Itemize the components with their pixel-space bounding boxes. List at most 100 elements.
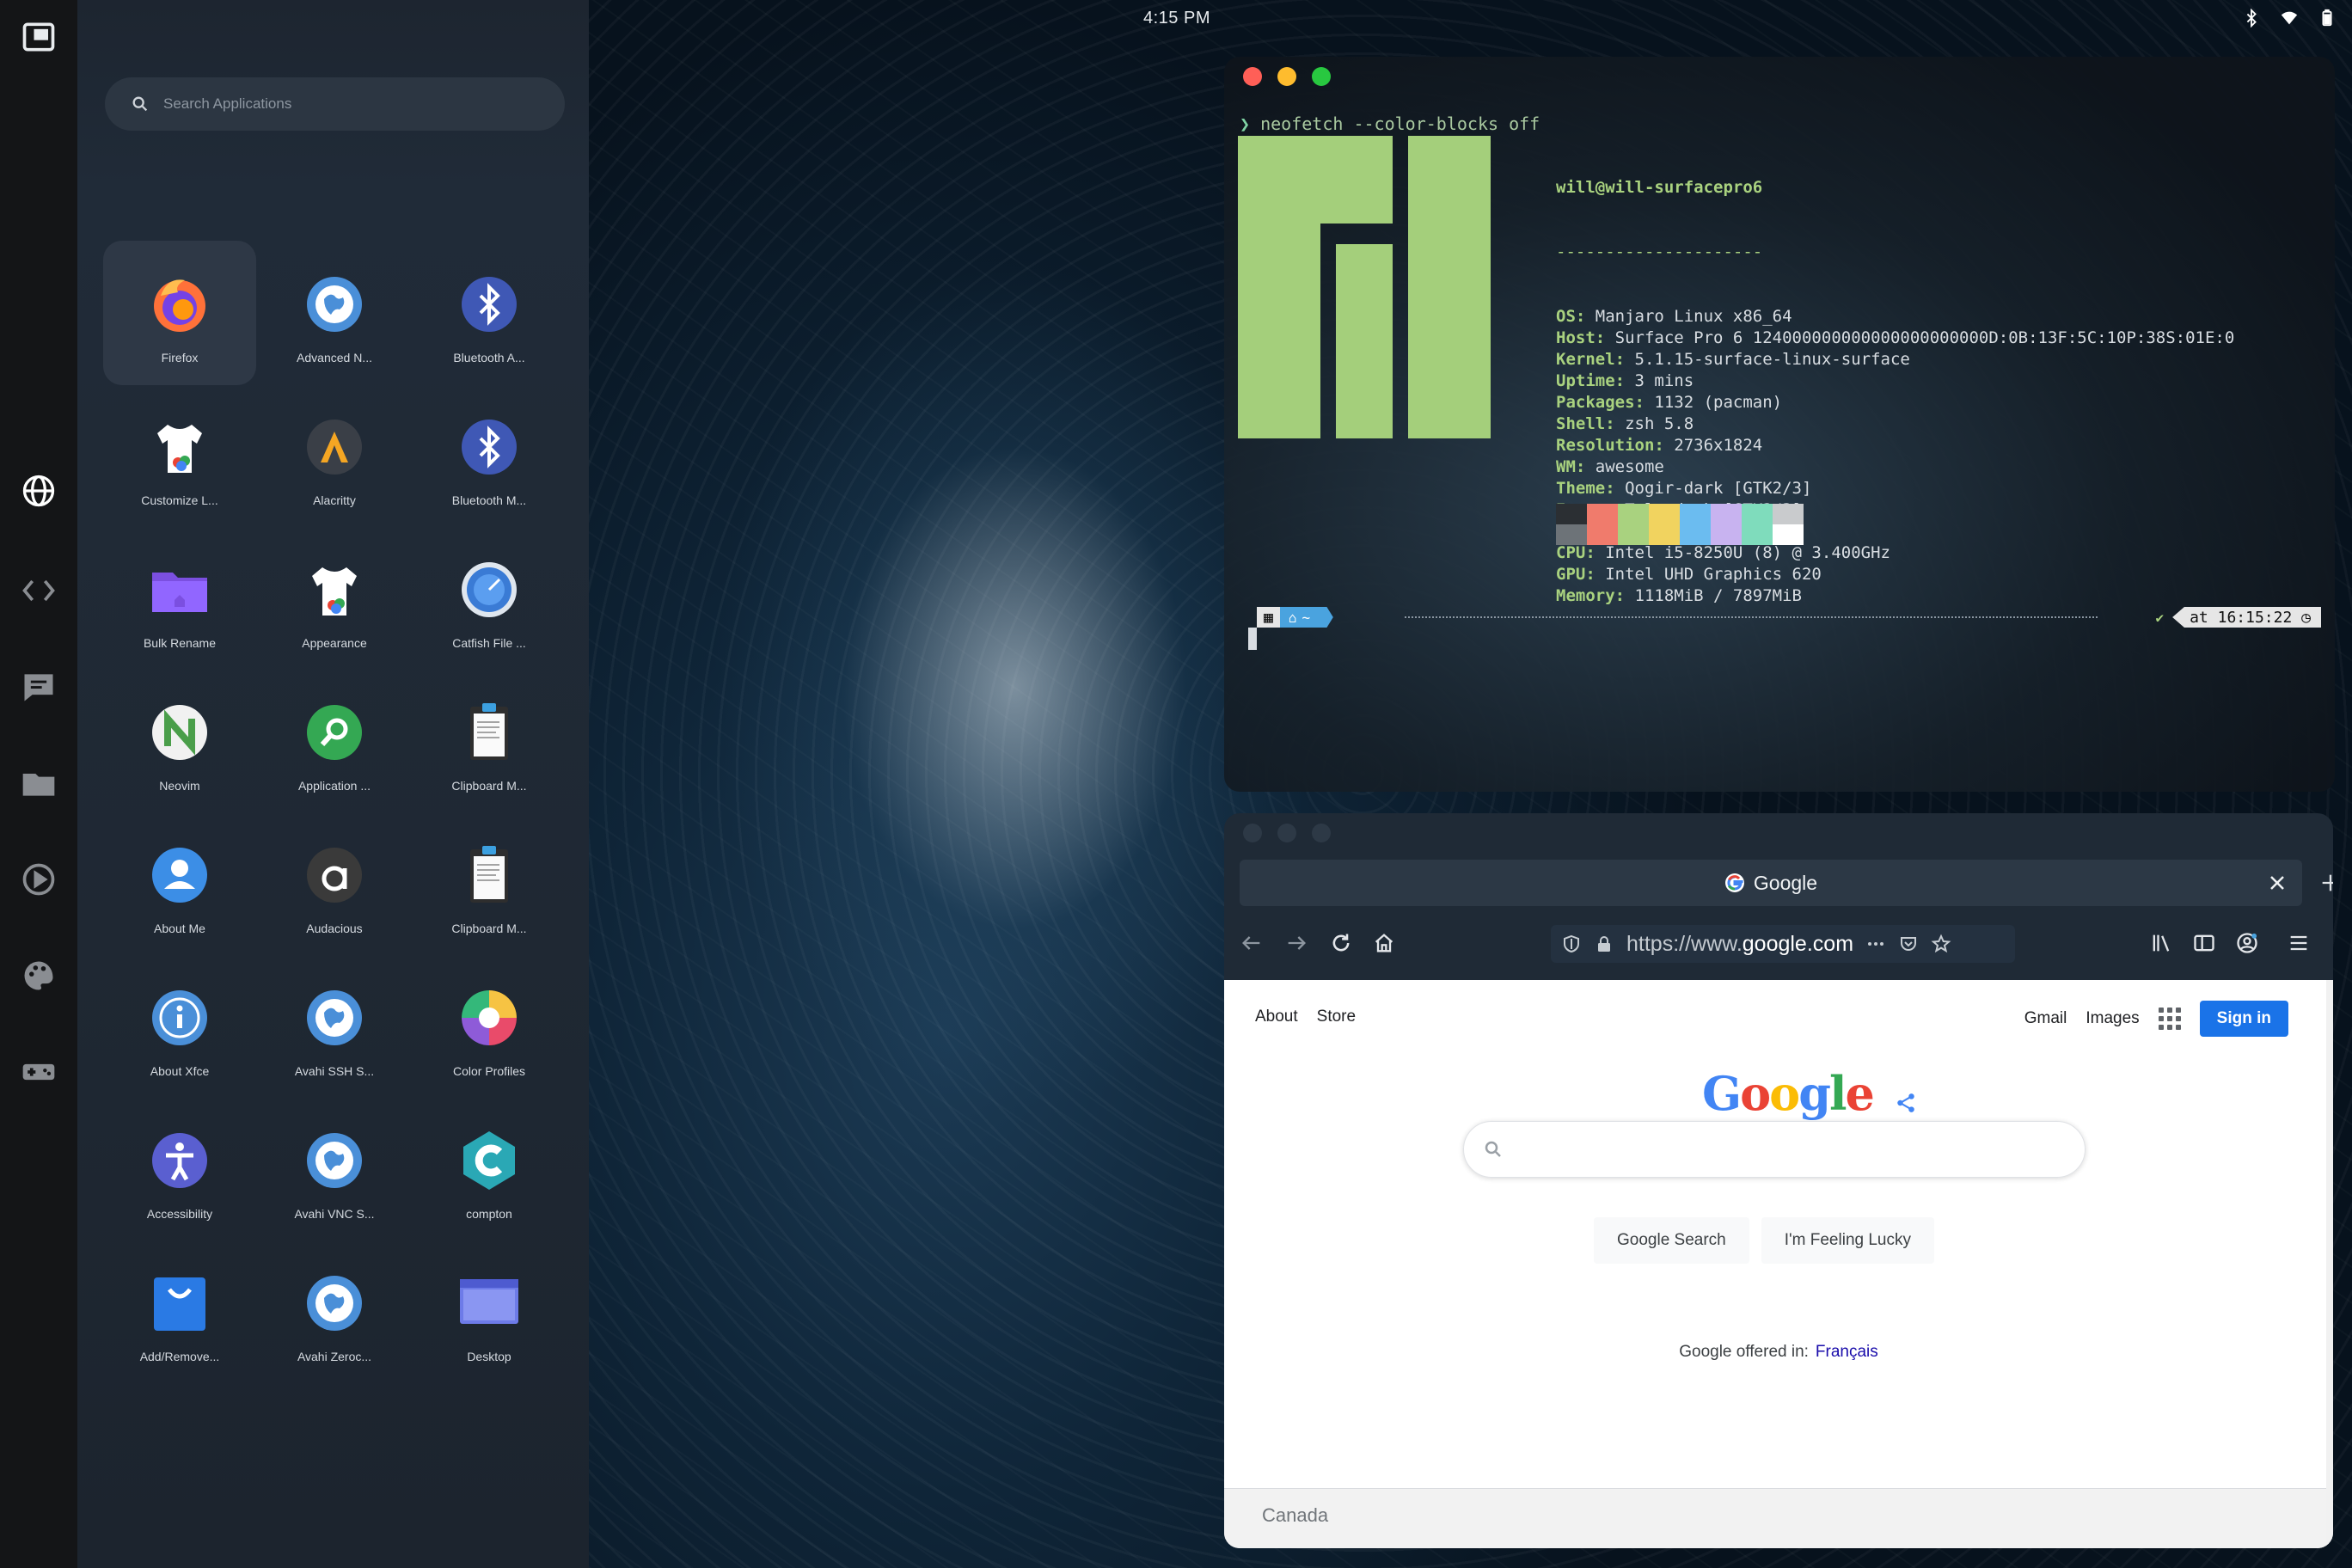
launcher-app[interactable]: Audacious [258,812,411,956]
app-label: Avahi SSH S... [294,1064,375,1078]
launcher-app[interactable]: Color Profiles [413,954,566,1099]
footer-country: Canada [1262,1504,1329,1526]
launcher-app[interactable]: Avahi Zeroc... [258,1240,411,1384]
launcher-app[interactable]: Accessibility [103,1097,256,1241]
bluetooth-icon[interactable] [2242,9,2261,28]
media-play-icon[interactable] [17,858,60,901]
about-link[interactable]: About [1255,1008,1298,1026]
google-search-box[interactable] [1463,1121,2086,1178]
launcher-app[interactable]: Bluetooth M... [413,383,566,528]
launcher-app[interactable]: Application ... [258,669,411,813]
clipboard-icon [455,698,524,767]
share-icon[interactable] [1895,1092,1917,1114]
launcher-app[interactable]: compton [413,1097,566,1241]
launcher-app[interactable]: Desktop [413,1240,566,1384]
more-actions-icon[interactable] [1865,934,1886,954]
color-block [1649,524,1680,545]
color-block [1618,504,1649,524]
french-link[interactable]: Français [1816,1343,1878,1361]
folder-home-icon [145,555,214,624]
sign-in-button[interactable]: Sign in [2199,1001,2288,1037]
bookmark-star-icon[interactable] [1931,934,1951,954]
network-globe-icon [300,1269,369,1338]
launcher-app[interactable]: Advanced N... [258,241,411,385]
library-icon[interactable] [2144,926,2178,960]
google-homepage: About Store Gmail Images Sign in Google … [1224,980,2333,1548]
shopping-bag-icon [145,1269,214,1338]
palette-icon[interactable] [17,954,60,997]
launcher-app[interactable]: Avahi VNC S... [258,1097,411,1241]
browser-tab[interactable]: Google [1240,860,2302,906]
launcher-app[interactable]: Bulk Rename [103,526,256,671]
reload-icon[interactable] [1324,926,1358,960]
launcher-app[interactable]: Clipboard M... [413,669,566,813]
close-tab-icon[interactable] [2264,870,2290,896]
close-button[interactable] [1243,824,1262,842]
google-search-button[interactable]: Google Search [1594,1217,1749,1264]
launcher-app[interactable]: Bluetooth A... [413,241,566,385]
app-label: Audacious [306,922,363,935]
launcher-app[interactable]: Firefox [103,241,256,385]
compton-icon [455,1126,524,1195]
neofetch-line: Shell: zsh 5.8 [1556,413,2234,435]
maximize-button[interactable] [1312,824,1331,842]
google-doodle[interactable]: Google [1702,1066,1875,1121]
battery-icon[interactable] [2318,9,2337,28]
workspace-icon[interactable] [17,15,60,58]
chat-icon[interactable] [17,665,60,708]
code-icon[interactable] [17,569,60,612]
tshirt-icon [300,555,369,624]
browser-window[interactable]: Google https://www.google.com About Stor… [1224,813,2333,1548]
images-link[interactable]: Images [2086,1009,2139,1028]
menu-icon[interactable] [2282,926,2316,960]
launcher-search[interactable] [105,77,565,131]
lock-icon[interactable] [1594,934,1614,954]
account-icon[interactable] [2230,926,2264,960]
feeling-lucky-button[interactable]: I'm Feeling Lucky [1761,1217,1934,1264]
url-bar[interactable]: https://www.google.com [1551,925,2015,963]
terminal-window[interactable]: ❯ neofetch --color-blocks off will@will-… [1224,57,2335,792]
launcher-app[interactable]: About Xfce [103,954,256,1099]
wifi-icon[interactable] [2280,9,2299,28]
globe-icon[interactable] [17,469,60,512]
home-icon[interactable] [1367,926,1401,960]
info-value: zsh 5.8 [1625,414,1694,433]
window-controls [1243,67,1331,86]
info-key: Theme: [1556,479,1615,498]
launcher-app[interactable]: Catfish File ... [413,526,566,671]
url-text[interactable]: https://www.google.com [1626,932,1853,957]
desktop-icon [455,1269,524,1338]
launcher-app[interactable]: About Me [103,812,256,956]
gmail-link[interactable]: Gmail [2024,1009,2067,1028]
maximize-button[interactable] [1312,67,1331,86]
page-scrollbar[interactable] [2326,980,2333,1548]
info-value: awesome [1595,457,1664,476]
prompt-time: at 16:15:22 ◷ [2172,607,2321,628]
google-apps-icon[interactable] [2158,1008,2181,1030]
app-label: Desktop [467,1350,511,1363]
forward-icon[interactable] [1279,926,1314,960]
launcher-app[interactable]: Clipboard M... [413,812,566,956]
info-value: 2736x1824 [1674,436,1763,455]
minimize-button[interactable] [1277,824,1296,842]
tracking-shield-icon[interactable] [1561,934,1582,954]
folder-icon[interactable] [17,762,60,805]
terminal-command-line: ❯ neofetch --color-blocks off [1240,113,1540,134]
launcher-app[interactable]: Neovim [103,669,256,813]
launcher-app[interactable]: Appearance [258,526,411,671]
minimize-button[interactable] [1277,67,1296,86]
launcher-app[interactable]: Alacritty [258,383,411,528]
neovim-icon [145,698,214,767]
info-value: Intel i5-8250U (8) @ 3.400GHz [1605,543,1890,562]
sidebar-icon[interactable] [2187,926,2221,960]
back-icon[interactable] [1234,926,1269,960]
launcher-search-input[interactable] [163,95,524,113]
store-link[interactable]: Store [1317,1008,1356,1026]
new-tab-button[interactable] [2307,860,2333,906]
launcher-app[interactable]: Avahi SSH S... [258,954,411,1099]
launcher-app[interactable]: Customize L... [103,383,256,528]
close-button[interactable] [1243,67,1262,86]
gamepad-icon[interactable] [17,1050,60,1093]
pocket-icon[interactable] [1898,934,1919,954]
launcher-app[interactable]: Add/Remove... [103,1240,256,1384]
